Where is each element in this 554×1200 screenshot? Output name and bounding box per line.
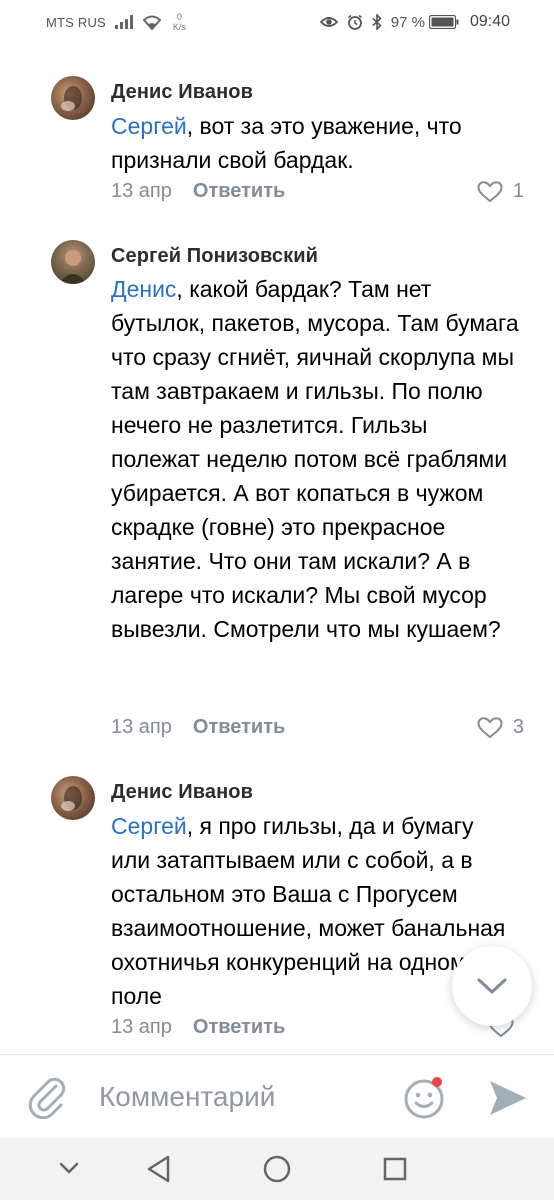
back-triangle-icon <box>147 1155 170 1183</box>
wifi-icon <box>142 15 162 30</box>
send-button[interactable] <box>488 1079 528 1122</box>
heart-icon <box>477 180 503 202</box>
smiley-icon <box>404 1077 444 1119</box>
avatar-photo-icon <box>61 786 82 811</box>
battery-indicator: 97 % <box>391 14 459 31</box>
like-count: 1 <box>512 180 524 202</box>
paperclip-icon <box>28 1077 66 1120</box>
avatar-photo-icon <box>61 86 82 111</box>
comment-meta: 13 апр Ответить <box>111 1016 285 1039</box>
speed-value: 0 <box>176 12 182 22</box>
alarm-icon <box>347 14 362 30</box>
like-count: 3 <box>512 716 524 738</box>
avatar-photo-icon <box>51 240 95 284</box>
emoji-button[interactable] <box>402 1075 446 1124</box>
notification-dot <box>432 1077 442 1087</box>
comment-author[interactable]: Денис Иванов <box>111 81 253 104</box>
clock: 09:40 <box>469 13 510 30</box>
avatar[interactable] <box>51 776 95 820</box>
network-speed: 0 K/s <box>173 12 186 32</box>
comment-author[interactable]: Денис Иванов <box>111 781 253 804</box>
attach-button[interactable] <box>28 1077 68 1124</box>
comment-meta: 13 апр Ответить <box>111 180 285 203</box>
comment-date: 13 апр <box>111 180 172 202</box>
reply-button[interactable]: Ответить <box>193 716 285 739</box>
scroll-down-button[interactable] <box>452 946 532 1026</box>
chevron-down-icon <box>477 978 507 994</box>
nav-hide-button[interactable] <box>57 1154 81 1187</box>
nav-recents-button[interactable] <box>381 1154 409 1189</box>
comment-text: Сергей, я про гильзы, да и бумагу или за… <box>111 809 511 1013</box>
reply-button[interactable]: Ответить <box>193 1016 285 1039</box>
comment-body: , какой бардак? Там нет бутылок, пакетов… <box>111 276 519 642</box>
nav-back-button[interactable] <box>145 1154 173 1189</box>
comment-date: 13 апр <box>111 716 172 738</box>
mention-link[interactable]: Сергей <box>111 813 187 839</box>
status-bar-right: 97 % 09:40 <box>319 13 510 31</box>
eye-icon <box>319 17 338 27</box>
recents-square-icon <box>383 1157 407 1181</box>
home-circle-icon <box>263 1155 291 1183</box>
comment-input-bar <box>0 1054 554 1138</box>
status-bar: MTS RUS 0 K/s 97 % 09:40 <box>0 0 554 44</box>
heart-icon <box>477 716 503 738</box>
system-nav-bar <box>0 1138 554 1200</box>
like-button[interactable]: 3 <box>477 716 524 739</box>
chevron-down-icon <box>59 1162 79 1174</box>
comment-input[interactable] <box>99 1079 389 1115</box>
speed-unit: K/s <box>172 22 186 32</box>
battery-icon <box>428 15 459 29</box>
bluetooth-icon <box>372 14 382 30</box>
status-bar-left: MTS RUS 0 K/s <box>46 12 186 32</box>
signal-icon <box>114 15 133 29</box>
battery-percent: 97 % <box>390 13 425 31</box>
nav-home-button[interactable] <box>262 1154 292 1189</box>
mention-link[interactable]: Денис <box>111 276 176 302</box>
avatar[interactable] <box>51 240 95 284</box>
comment-author[interactable]: Сергей Понизовский <box>111 245 318 268</box>
reply-button[interactable]: Ответить <box>193 180 285 203</box>
mention-link[interactable]: Сергей <box>111 113 187 139</box>
avatar[interactable] <box>51 76 95 120</box>
comments-feed[interactable]: Денис Иванов Сергей, вот за это уважение… <box>0 44 554 1054</box>
like-button[interactable]: 1 <box>477 180 524 203</box>
comment-body: , я про гильзы, да и бумагу или затаптыв… <box>111 813 506 1009</box>
comment-meta: 13 апр Ответить <box>111 716 285 739</box>
comment-date: 13 апр <box>111 1016 172 1038</box>
carrier-label: MTS RUS <box>46 14 106 30</box>
send-arrow-icon <box>490 1081 526 1115</box>
comment-text: Сергей, вот за это уважение, что признал… <box>111 109 521 177</box>
comment-text: Денис, какой бардак? Там нет бутылок, па… <box>111 272 521 646</box>
